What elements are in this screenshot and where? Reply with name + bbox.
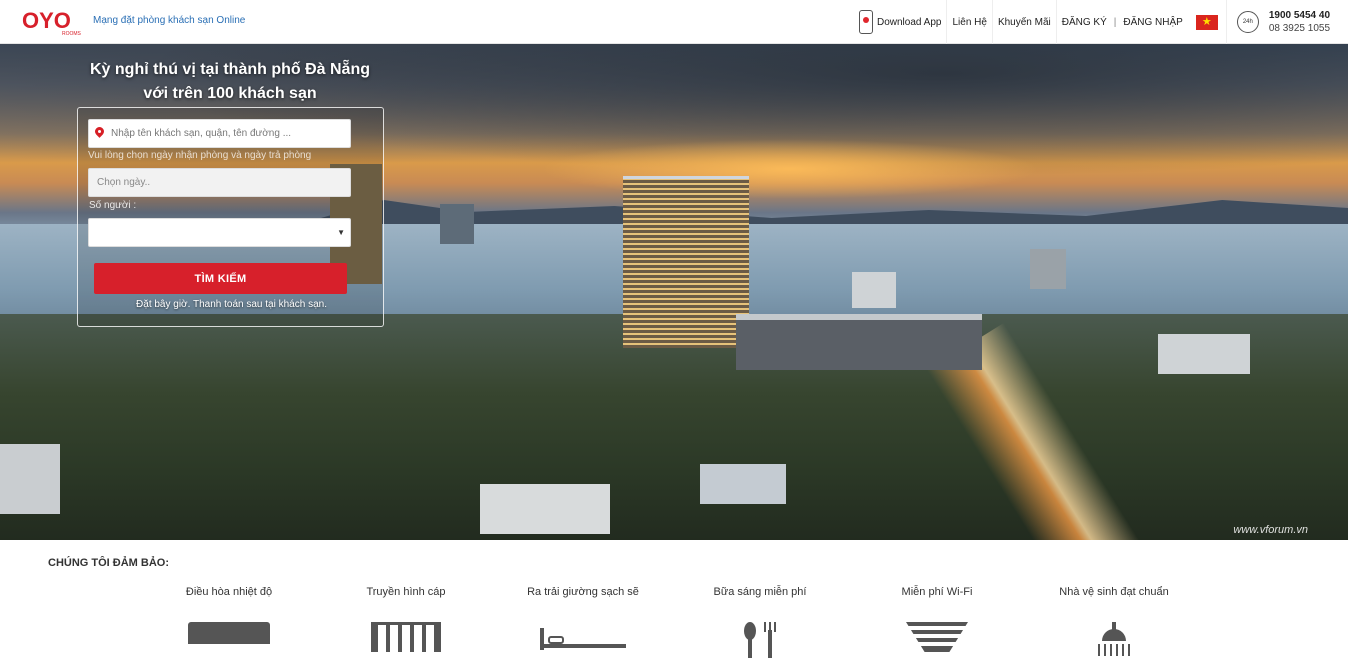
main-nav: Download App Liên Hệ Khuyến Mãi ĐĂNG KÝ … [854,0,1348,44]
guarantees-title: CHÚNG TÔI ĐẢM BẢO: [48,557,169,569]
air-conditioner-icon [188,622,270,644]
register-link[interactable]: ĐĂNG KÝ [1057,0,1112,44]
tv-icon [371,622,441,652]
mobile-phone-icon [858,10,873,34]
hotel-search-form: Vui lòng chọn ngày nhận phòng và ngày tr… [77,107,384,327]
promotions-link[interactable]: Khuyến Mãi [993,0,1057,44]
logo-subtext: ROOMS [62,31,82,36]
shower-icon [1096,622,1132,656]
wifi-icon [906,622,968,652]
contact-link[interactable]: Liên Hệ [947,0,993,44]
guests-select[interactable]: ▼ [88,218,351,247]
support-hotline: 24h 1900 5454 40 08 3925 1055 [1225,0,1348,44]
amenity-standard-bathroom: Nhà vệ sinh đạt chuẩn [1034,586,1194,656]
amenity-free-wifi: Miễn phí Wi-Fi [857,586,1017,652]
search-button[interactable]: TÌM KIẾM [94,263,347,294]
top-header: OYO ROOMS Mạng đặt phòng khách sạn Onlin… [0,0,1348,44]
oyo-logo[interactable]: OYO ROOMS [22,8,88,36]
hero-building [440,204,474,244]
amenity-label: Miễn phí Wi-Fi [901,586,973,598]
pay-later-note: Đặt bây giờ. Thanh toán sau tại khách sạ… [136,299,327,310]
location-input[interactable] [111,128,350,139]
photo-watermark: www.vforum.vn [1233,524,1308,536]
date-input[interactable] [97,177,350,188]
vietnam-flag-icon[interactable] [1195,14,1218,30]
location-field[interactable] [88,119,351,148]
hero-building [700,464,786,504]
clock-24h-icon: 24h [1236,11,1259,33]
hero-building [1158,334,1250,374]
amenity-cable-tv: Truyền hình cáp [326,586,486,652]
amenity-label: Nhà vệ sinh đạt chuẩn [1059,586,1169,598]
hero-building [480,484,610,534]
amenity-label: Ra trải giường sạch sẽ [527,586,639,598]
hero-mall [736,314,982,370]
hero-sunset-glow [540,139,1040,199]
bed-icon [540,622,626,650]
hero-building [0,444,60,514]
hero-title-line1: Kỳ nghỉ thú vị tại thành phố Đà Nẵng [90,61,370,78]
dropdown-arrow-icon: ▼ [337,228,345,237]
svg-text:OYO: OYO [22,8,71,33]
download-app-label: Download App [876,16,942,28]
phone-number[interactable]: 08 3925 1055 [1269,22,1330,35]
amenity-free-breakfast: Bữa sáng miễn phí [680,586,840,658]
nav-separator: | [1113,16,1117,28]
hero-tower [623,176,749,348]
amenity-label: Điều hòa nhiệt độ [185,586,273,598]
hero-building [1030,249,1066,289]
guests-label: Số người : [89,200,137,211]
hero-title-line2: với trên 100 khách sạn [143,85,317,102]
map-pin-icon [93,126,107,142]
amenity-air-conditioning: Điều hòa nhiệt độ [149,586,309,644]
hotline-number[interactable]: 1900 5454 40 [1269,9,1330,22]
date-field[interactable] [88,168,351,197]
login-link[interactable]: ĐĂNG NHẬP [1118,0,1187,44]
fork-spoon-icon [742,622,778,658]
date-hint: Vui lòng chọn ngày nhận phòng và ngày tr… [88,150,312,161]
hero-title: Kỳ nghỉ thú vị tại thành phố Đà Nẵng với… [80,58,380,106]
amenity-label: Bữa sáng miễn phí [713,586,807,598]
amenity-label: Truyền hình cáp [366,586,446,598]
site-tagline: Mạng đặt phòng khách sạn Online [93,15,246,26]
download-app-link[interactable]: Download App [854,0,948,44]
hero-building [852,272,896,308]
amenity-clean-bedding: Ra trải giường sạch sẽ [503,586,663,650]
